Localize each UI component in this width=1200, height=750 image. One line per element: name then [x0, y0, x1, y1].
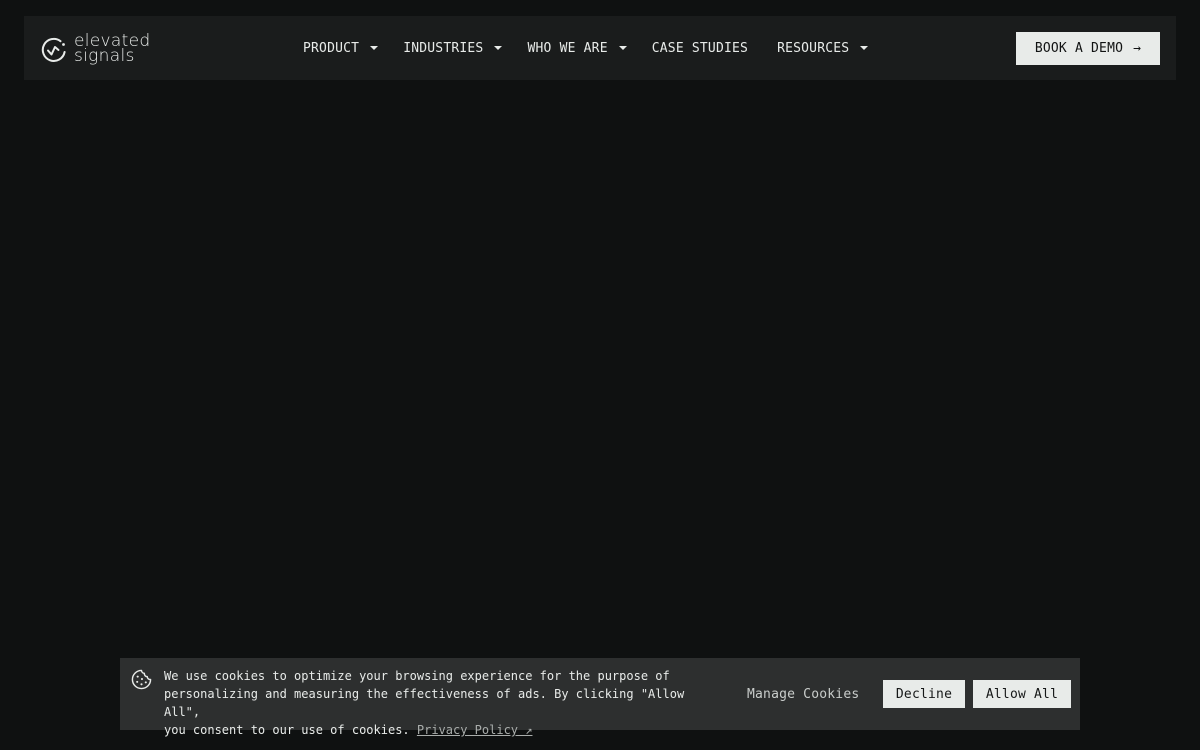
caret-down-icon: [494, 46, 503, 50]
cookie-consent-text: you consent to our use of cookies.: [164, 723, 410, 737]
cookie-message: We use cookies to optimize your browsing…: [164, 667, 724, 739]
nav-item-product[interactable]: PRODUCT: [303, 40, 379, 56]
arrow-right-icon: →: [1133, 41, 1142, 56]
main-nav: PRODUCT INDUSTRIES WHO WE ARE CASE STUDI…: [303, 16, 869, 80]
nav-item-resources[interactable]: RESOURCES: [777, 40, 869, 56]
privacy-policy-link[interactable]: Privacy Policy ↗: [417, 723, 533, 737]
book-a-demo-button[interactable]: BOOK A DEMO →: [1016, 32, 1160, 65]
brand-wordmark: elevated signals: [74, 33, 150, 66]
top-navigation-bar: elevated signals PRODUCT INDUSTRIES WHO …: [24, 16, 1176, 80]
nav-item-product-label: PRODUCT: [303, 40, 360, 56]
nav-item-case-studies[interactable]: CASE STUDIES: [652, 41, 748, 56]
cookie-message-line-2: personalizing and measuring the effectiv…: [164, 687, 685, 719]
nav-item-resources-label: RESOURCES: [777, 40, 850, 56]
caret-down-icon: [860, 46, 869, 50]
brand-line-2: signals: [74, 46, 135, 66]
nav-item-who-we-are-label: WHO WE ARE: [527, 40, 608, 56]
cookie-consent-banner: We use cookies to optimize your browsing…: [120, 658, 1080, 737]
cookie-message-line-3: you consent to our use of cookies. Priva…: [164, 721, 724, 739]
allow-all-cookies-button[interactable]: Allow All: [973, 680, 1071, 708]
elevated-signals-logo-icon: [41, 37, 66, 62]
nav-item-who-we-are[interactable]: WHO WE ARE: [527, 40, 627, 56]
cookie-icon: [131, 669, 152, 690]
book-a-demo-label: BOOK A DEMO: [1034, 41, 1124, 56]
nav-item-industries[interactable]: INDUSTRIES: [403, 40, 503, 56]
decline-cookies-button[interactable]: Decline: [883, 680, 965, 708]
nav-item-industries-label: INDUSTRIES: [403, 40, 484, 56]
nav-item-case-studies-label: CASE STUDIES: [651, 40, 749, 56]
caret-down-icon: [370, 46, 379, 50]
brand-logo[interactable]: elevated signals: [40, 32, 150, 66]
cookie-message-line-1: We use cookies to optimize your browsing…: [164, 669, 670, 683]
manage-cookies-button[interactable]: Manage Cookies: [738, 680, 868, 708]
caret-down-icon: [618, 46, 627, 50]
